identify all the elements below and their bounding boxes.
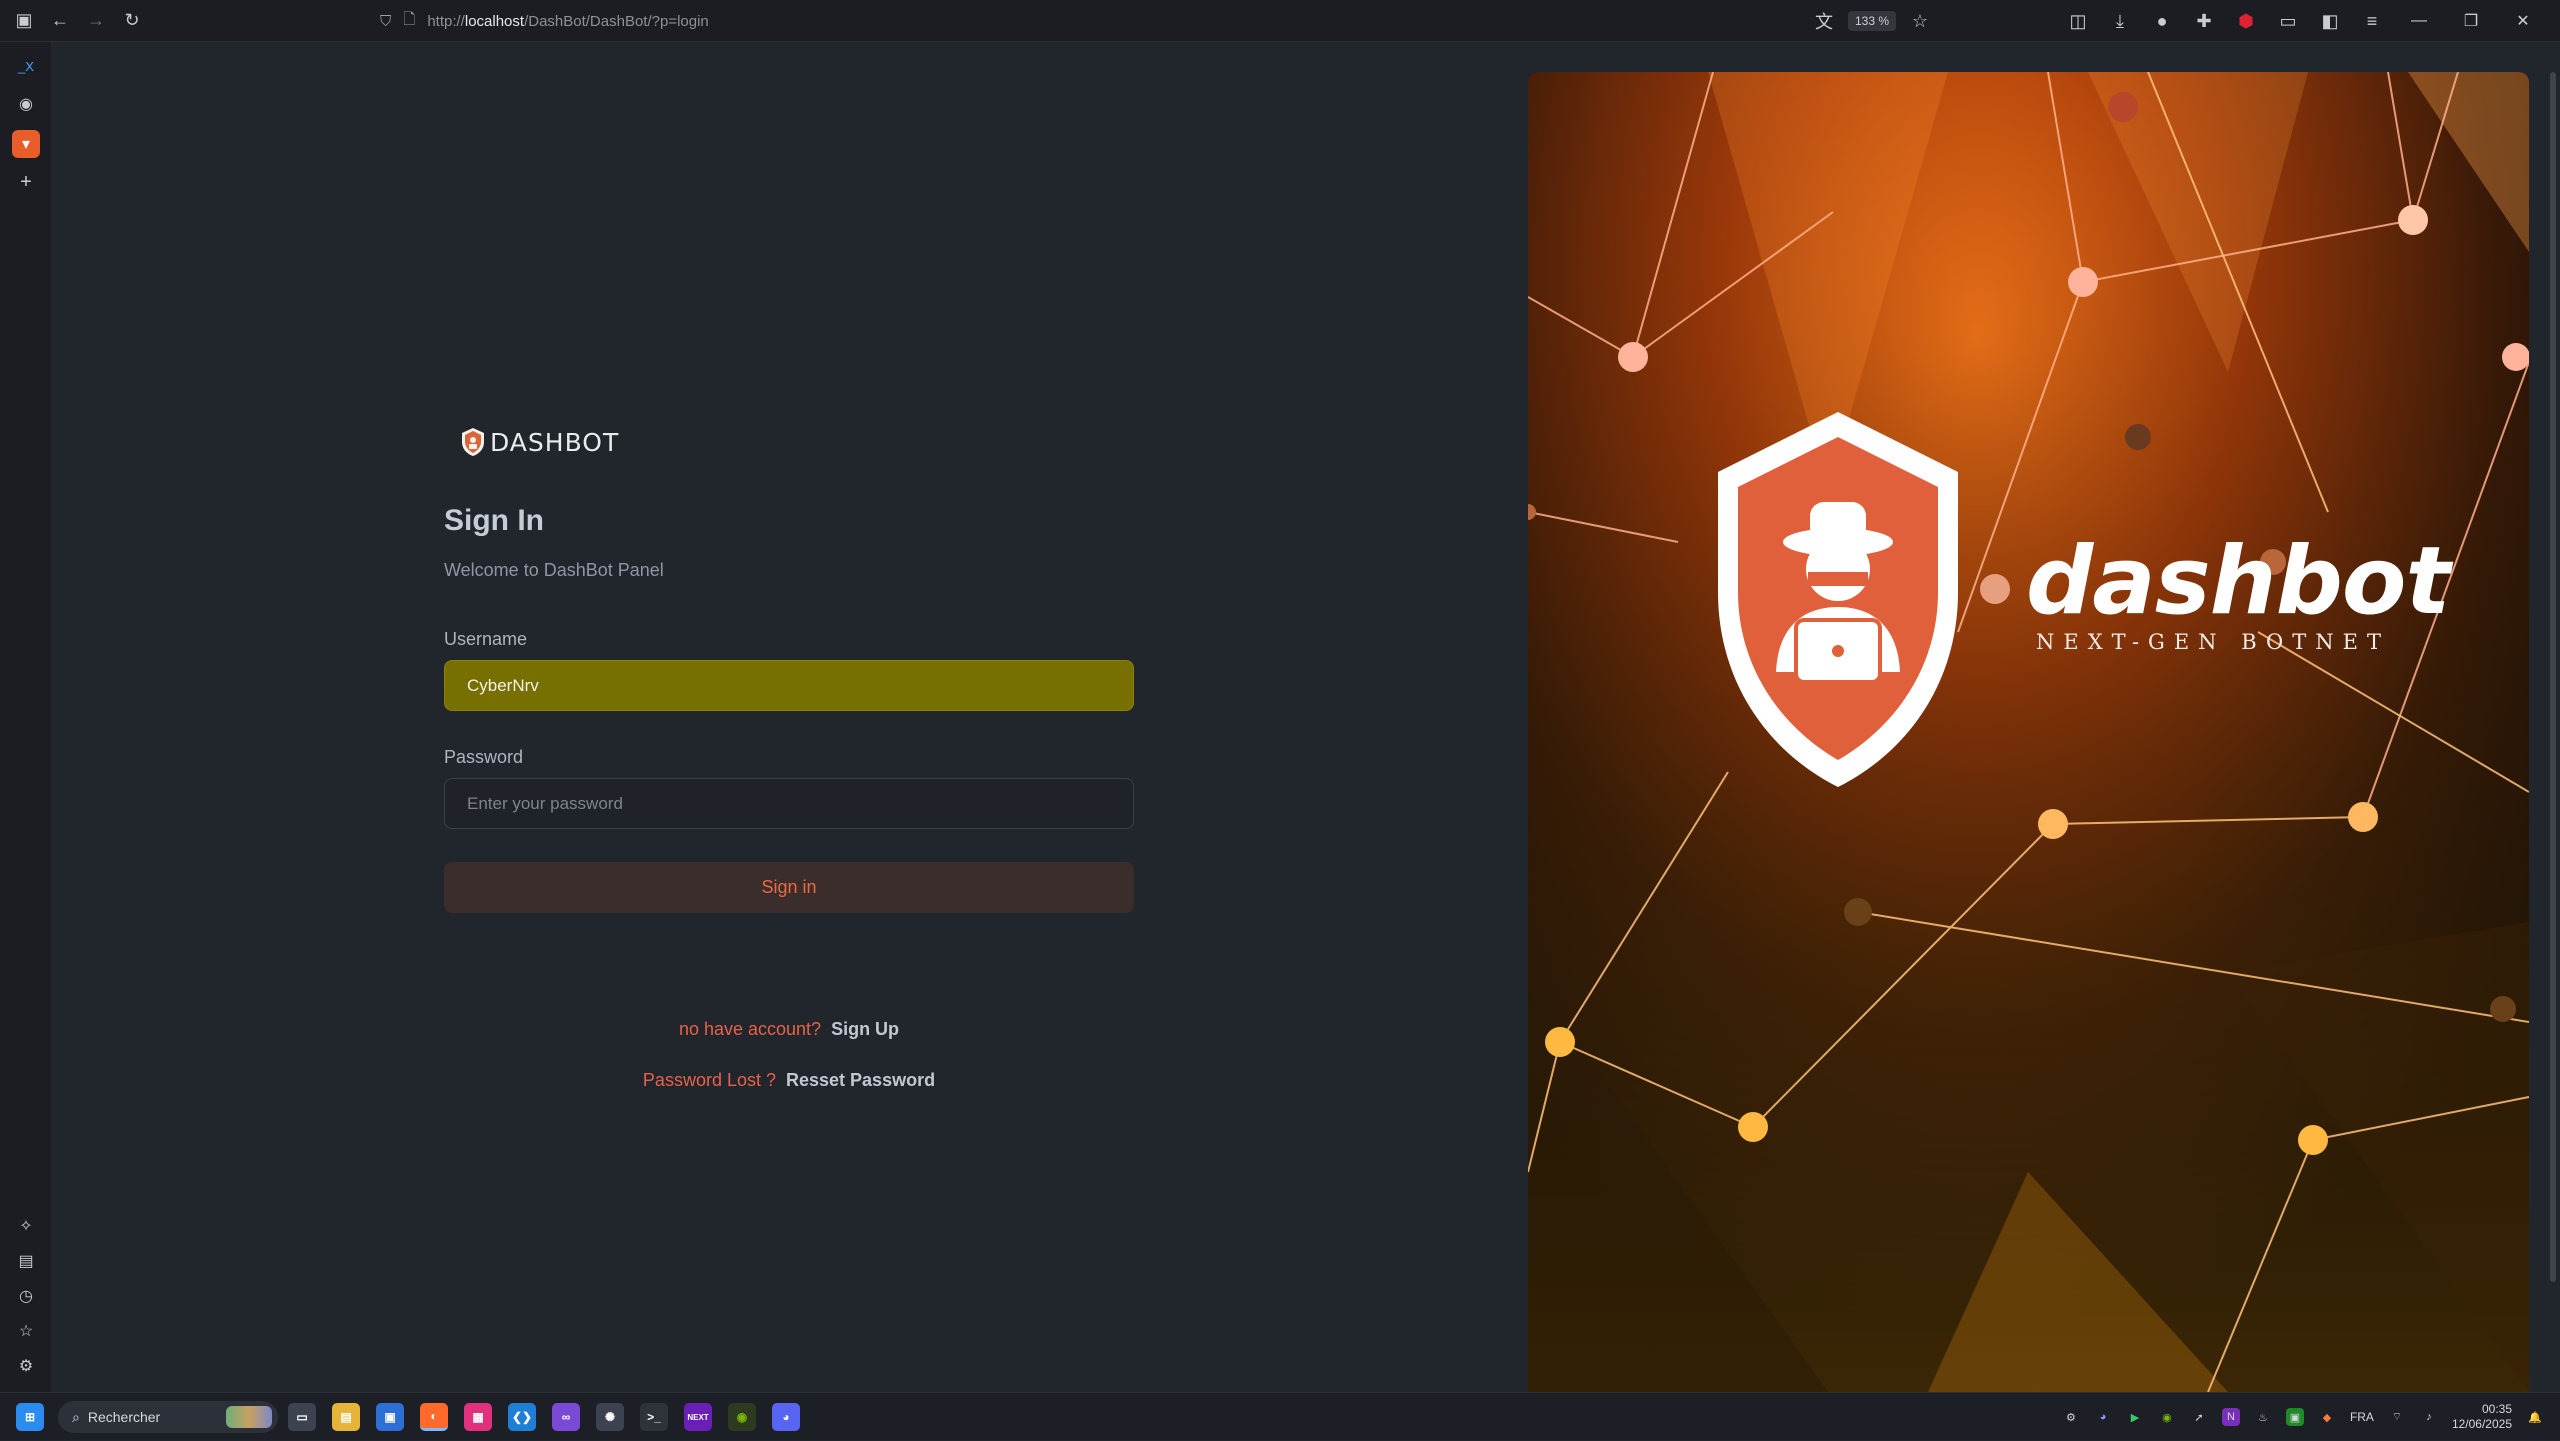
tray-play-icon[interactable]: ▶ [2126,1408,2144,1426]
vscode-icon[interactable]: ❮❯ [508,1403,536,1431]
tray-steam-icon[interactable]: ♨ [2254,1408,2272,1426]
tray-nvidia-icon[interactable]: ◉ [2158,1408,2176,1426]
login-page: DASHBOT Sign In Welcome to DashBot Panel… [52,42,2560,1392]
start-windows-icon[interactable]: ⊞ [16,1403,44,1431]
address-bar[interactable]: ⛉ 🗋 http://localhost/DashBot/DashBot/?p=… [380,7,709,35]
reset-password-link[interactable]: Resset Password [786,1070,935,1090]
add-icon[interactable]: + [12,168,40,196]
password-input[interactable]: Enter your password [444,778,1134,829]
language-indicator[interactable]: FRA [2350,1410,2374,1424]
brand-name: DASHBOT [490,427,620,457]
browser-toolbar: ▣ ← → ↻ ⛉ 🗋 http://localhost/DashBot/Das… [0,0,2560,42]
tray-app-icon[interactable]: ◆ [2318,1408,2336,1426]
no-account-text: no have account? [678,1019,822,1039]
notification-bell-icon[interactable]: 🔔 [2526,1408,2544,1426]
network-background-image [1528,72,2529,1392]
reload-icon[interactable]: ↻ [114,3,150,39]
back-icon[interactable]: ← [42,3,78,39]
browser-sidebar: _X ◉ ▾ + ✧ ▤ ◷ ☆ ⚙ [0,42,52,1392]
translate-icon[interactable]: 文 [1806,3,1842,39]
nvidia-icon[interactable]: ◉ [728,1403,756,1431]
volume-icon[interactable]: ♪ [2420,1408,2438,1426]
url-text[interactable]: http://localhost/DashBot/DashBot/?p=logi… [427,13,708,30]
search-highlight-image [226,1406,272,1428]
history-synced-tabs-icon[interactable]: ▤ [12,1247,40,1275]
username-label: Username [444,629,528,649]
shield-logo-icon [462,428,484,456]
tray-onenote-icon[interactable]: N [2221,1408,2240,1426]
sidebar-toggle-icon[interactable]: ▣ [6,3,42,39]
shop-icon[interactable]: ▾ [12,130,40,158]
wifi-icon[interactable]: ⌔ [2388,1408,2406,1426]
forward-icon[interactable]: → [78,3,114,39]
sidebar-panel-icon[interactable]: ◧ [2312,3,2348,39]
username-input[interactable]: CyberNrv [444,660,1134,711]
clock-time: 00:35 [2481,1402,2512,1416]
page-title: Sign In [444,504,544,537]
windows-taskbar: ⊞ ⌕ Rechercher ▭ ▤ ▣ ◐ ▦ ❮❯ ∞ ✺ >_ NEXT … [0,1392,2560,1440]
profile-icon[interactable]: ● [2144,3,2180,39]
login-form: DASHBOT Sign In Welcome to DashBot Panel… [444,422,1134,1091]
hero-title: dashbot [2026,527,2450,636]
visual-studio-icon[interactable]: ∞ [552,1403,580,1431]
tray-razer-icon[interactable]: ▣ [2285,1408,2304,1426]
sign-up-link[interactable]: Sign Up [831,1019,899,1039]
sign-in-button[interactable]: Sign in [444,862,1134,913]
file-explorer-icon[interactable]: ▤ [332,1403,360,1431]
clock[interactable]: 00:35 12/06/2025 [2452,1402,2512,1432]
menu-icon[interactable]: ≡ [2354,3,2390,39]
clock-date: 12/06/2025 [2451,1417,2512,1431]
discord-icon[interactable]: ◕ [772,1403,800,1431]
tray-arrow-icon[interactable]: ➚ [2190,1408,2208,1426]
pocket-icon[interactable]: ◫ [2060,3,2096,39]
next-app-icon[interactable]: NEXT [684,1403,712,1431]
firefox-icon[interactable]: ◐ [420,1403,448,1431]
brand-logo: DASHBOT [460,422,1134,462]
page-scrollbar[interactable] [2550,72,2556,1282]
hero-subtitle: NEXT-GEN BOTNET [2036,630,2390,654]
terminal-icon[interactable]: _X [12,52,40,80]
password-label: Password [444,747,524,767]
tray-settings-icon[interactable]: ⚙ [2062,1408,2080,1426]
ublock-icon[interactable]: ⬢ [2228,3,2264,39]
close-icon[interactable]: ✕ [2500,11,2546,31]
chatgpt-icon[interactable]: ✺ [596,1403,624,1431]
page-subtitle: Welcome to DashBot Panel [444,560,664,580]
download-icon[interactable]: ⤓ [2102,3,2138,39]
password-lost-text: Password Lost ? [642,1070,776,1090]
page-icon: 🗋 [403,10,416,28]
zoom-level[interactable]: 133 % [1847,11,1896,31]
minimize-icon[interactable]: — [2396,12,2442,30]
terminal-app-icon[interactable]: >_ [640,1403,668,1431]
store-icon[interactable]: ▣ [376,1403,404,1431]
taskbar-search[interactable]: ⌕ Rechercher [58,1401,278,1433]
system-tray: ⚙ ◕ ▶ ◉ ➚ N ♨ ▣ ◆ FRA ⌔ ♪ 00:35 12/06/20… [2062,1393,2544,1441]
history-icon[interactable]: ◷ [12,1282,40,1310]
shield-icon: ⛉ [380,12,392,30]
tray-discord-icon[interactable]: ◕ [2094,1408,2112,1426]
settings-gear-icon[interactable]: ⚙ [12,1352,40,1380]
hero-banner-image: dashbot NEXT-GEN BOTNET [1528,72,2529,1392]
jetbrains-icon[interactable]: ▦ [464,1403,492,1431]
task-view-icon[interactable]: ▭ [288,1403,316,1431]
github-icon[interactable]: ◉ [12,90,40,118]
restore-icon[interactable]: ❐ [2448,11,2494,31]
search-icon: ⌕ [72,1408,80,1425]
search-placeholder: Rechercher [87,1409,161,1425]
ai-sparkle-icon[interactable]: ✧ [12,1212,40,1240]
container-icon[interactable]: ▭ [2270,3,2306,39]
reset-row: Password Lost ? Resset Password [444,1070,1134,1091]
signup-row: no have account? Sign Up [444,1019,1134,1040]
bookmark-star-icon[interactable]: ☆ [1902,3,1938,39]
extensions-icon[interactable]: ✚ [2186,3,2222,39]
bookmarks-icon[interactable]: ☆ [12,1317,40,1345]
